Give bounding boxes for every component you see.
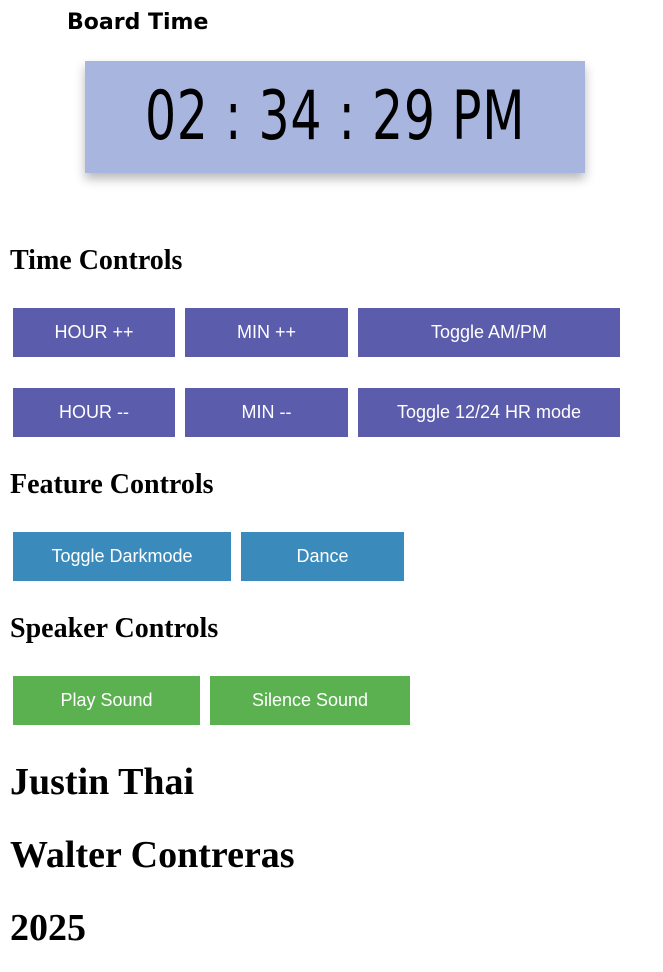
time-controls-title: Time Controls bbox=[10, 245, 183, 276]
hour-up-button[interactable]: HOUR ++ bbox=[13, 308, 175, 357]
min-down-button[interactable]: MIN -- bbox=[185, 388, 348, 437]
play-sound-button[interactable]: Play Sound bbox=[13, 676, 200, 725]
silence-sound-button[interactable]: Silence Sound bbox=[210, 676, 410, 725]
board-time-title: Board Time bbox=[67, 10, 209, 35]
clock-time-text: 02 : 34 : 29 PM bbox=[144, 77, 526, 156]
min-up-button[interactable]: MIN ++ bbox=[185, 308, 348, 357]
toggle-ampm-button[interactable]: Toggle AM/PM bbox=[358, 308, 620, 357]
feature-controls-title: Feature Controls bbox=[10, 469, 214, 500]
author-walter-contreras: Walter Contreras bbox=[10, 834, 295, 876]
hour-down-button[interactable]: HOUR -- bbox=[13, 388, 175, 437]
clock-display: 02 : 34 : 29 PM bbox=[85, 61, 585, 173]
dance-button[interactable]: Dance bbox=[241, 532, 404, 581]
speaker-controls-title: Speaker Controls bbox=[10, 613, 219, 644]
author-justin-thai: Justin Thai bbox=[10, 761, 195, 803]
toggle-12-24-mode-button[interactable]: Toggle 12/24 HR mode bbox=[358, 388, 620, 437]
toggle-darkmode-button[interactable]: Toggle Darkmode bbox=[13, 532, 231, 581]
credits-year: 2025 bbox=[10, 907, 86, 949]
